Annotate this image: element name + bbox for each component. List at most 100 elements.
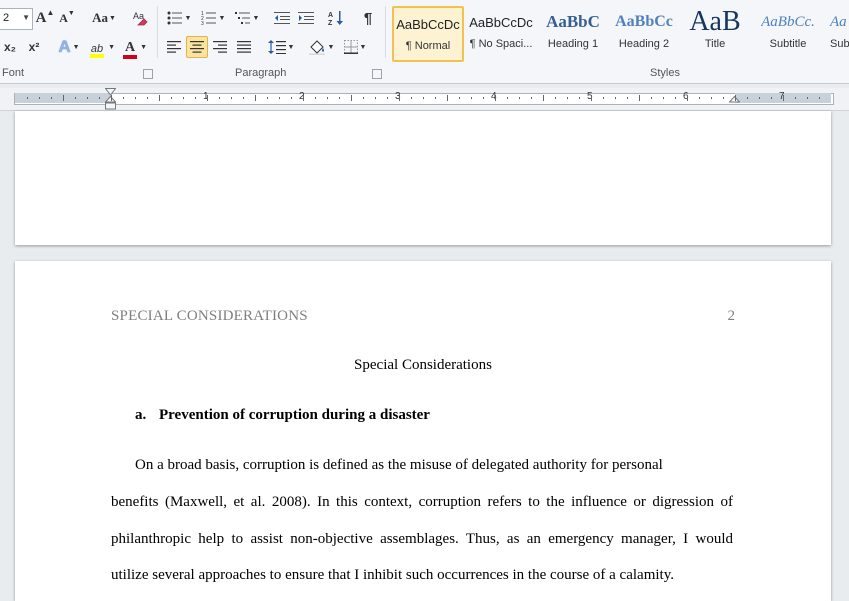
ruler-tick	[615, 97, 616, 99]
running-header: SPECIAL CONSIDERATIONS	[111, 308, 308, 324]
ruler-tick	[519, 97, 520, 99]
horizontal-ruler[interactable]: 1 2 3 4 5 6 7	[0, 88, 849, 111]
svg-text:Z: Z	[328, 20, 333, 26]
paragraph-dialog-launcher[interactable]	[372, 69, 382, 79]
style-name: ¶ No Spaci...	[469, 38, 533, 50]
sort-button[interactable]: AZ	[326, 8, 346, 28]
multilevel-list-button[interactable]: ▼	[232, 8, 262, 28]
section-heading: a. Prevention of corruption during a disa…	[135, 407, 430, 424]
ruler-tick	[639, 95, 640, 101]
ruler-tick	[387, 97, 388, 99]
ruler-tick	[807, 97, 808, 99]
ruler-tick	[207, 95, 208, 101]
ruler-tick	[171, 97, 172, 99]
ruler-tick	[567, 97, 568, 99]
show-formatting-marks-button[interactable]: ¶	[358, 8, 378, 28]
decrease-indent-button[interactable]	[272, 8, 292, 28]
grow-font-button[interactable]: A ▲	[36, 8, 55, 28]
ruler-tick	[327, 97, 328, 99]
font-color-button[interactable]: A ▼	[122, 37, 150, 59]
style-name: Sub	[830, 38, 849, 50]
increase-indent-button[interactable]	[296, 8, 316, 28]
ruler-tick	[99, 97, 100, 99]
font-size-value: 2	[3, 12, 10, 24]
style-name: Title	[704, 38, 726, 50]
borders-button[interactable]: ▼	[340, 37, 370, 57]
ruler-tick	[819, 97, 820, 99]
styles-group-label: Styles	[650, 67, 680, 79]
heading-text: Prevention of corruption during a disast…	[159, 407, 430, 423]
borders-icon	[343, 40, 358, 54]
svg-text:3: 3	[201, 21, 204, 25]
font-dialog-launcher[interactable]	[143, 69, 153, 79]
style-sample: AaB	[689, 6, 741, 37]
body-line: On a broad basis, corruption is defined …	[135, 457, 663, 473]
shading-button[interactable]: ▼	[306, 37, 336, 57]
ruler-tick	[351, 95, 352, 101]
ruler-tick	[411, 97, 412, 99]
ruler-tick	[699, 97, 700, 99]
style-name: ¶ Normal	[405, 40, 451, 52]
line-spacing-icon	[267, 40, 286, 54]
ruler-tick	[363, 97, 364, 99]
ruler-tick	[507, 97, 508, 99]
font-size-box[interactable]: 2 ▼	[0, 8, 33, 30]
style-subtle-emphasis[interactable]: Aa Sub	[824, 6, 849, 60]
style-heading-1[interactable]: AaBbC Heading 1	[538, 6, 608, 60]
ruler-tick	[747, 97, 748, 99]
ruler-tick	[291, 97, 292, 99]
ruler-tick	[651, 97, 652, 99]
chevron-down-icon[interactable]: ▼	[22, 13, 30, 22]
ruler-tick	[27, 97, 28, 99]
style-no-spacing[interactable]: AaBbCcDc ¶ No Spaci...	[466, 6, 536, 60]
ruler-tick	[51, 97, 52, 99]
ruler-tick	[111, 95, 112, 101]
ruler-tick	[267, 97, 268, 99]
shrink-font-icon: A	[59, 10, 68, 25]
style-sample: AaBbCc	[615, 13, 673, 30]
highlight-color-button[interactable]: ab ▼	[88, 37, 118, 58]
page-previous[interactable]	[15, 111, 831, 245]
ruler-tick	[579, 97, 580, 99]
text-effects-button[interactable]: A ▼	[56, 37, 82, 57]
bullets-icon	[167, 11, 182, 25]
align-left-button[interactable]	[164, 37, 184, 57]
style-title[interactable]: AaB Title	[680, 6, 750, 60]
multilevel-list-icon	[234, 12, 250, 24]
style-name: Heading 2	[618, 38, 670, 50]
ruler-tick	[627, 97, 628, 99]
ruler-tick	[123, 97, 124, 99]
sort-icon: AZ	[328, 11, 343, 26]
style-sample: AaBbCcDc	[396, 16, 460, 32]
style-heading-2[interactable]: AaBbCc Heading 2	[609, 6, 679, 60]
ruler-tick	[75, 97, 76, 99]
align-center-button[interactable]	[186, 36, 208, 58]
ruler-tick	[219, 97, 220, 99]
style-normal[interactable]: AaBbCcDc ¶ Normal	[392, 6, 464, 62]
clear-formatting-button[interactable]: Aa	[130, 8, 152, 28]
page-current[interactable]: SPECIAL CONSIDERATIONS 2 Special Conside…	[15, 261, 831, 601]
ruler-tick	[495, 95, 496, 101]
ruler-tick	[555, 97, 556, 99]
ruler-tick	[723, 97, 724, 99]
subscript-button[interactable]: x₂	[0, 37, 20, 57]
change-case-button[interactable]: Aa ▼	[90, 8, 118, 28]
group-divider	[157, 6, 158, 58]
group-divider	[385, 6, 386, 58]
bullets-button[interactable]: ▼	[164, 8, 194, 28]
ruler-tick	[195, 97, 196, 99]
ruler-tick	[483, 97, 484, 99]
shrink-font-button[interactable]: A ▼	[58, 8, 76, 28]
font-group-label: Font	[2, 67, 25, 79]
page-number: 2	[727, 308, 736, 324]
superscript-button[interactable]: x²	[24, 37, 44, 57]
ruler-tick	[399, 95, 400, 101]
font-color-icon: A	[124, 39, 136, 55]
align-right-button[interactable]	[210, 37, 230, 57]
ruler-tick	[471, 97, 472, 99]
style-subtitle[interactable]: AaBbCc. Subtitle	[753, 6, 823, 60]
line-spacing-button[interactable]: ▼	[266, 37, 296, 57]
numbering-button[interactable]: 1 2 3 ▼	[198, 8, 228, 28]
justify-button[interactable]	[234, 37, 254, 57]
style-name: Subtitle	[769, 38, 807, 50]
